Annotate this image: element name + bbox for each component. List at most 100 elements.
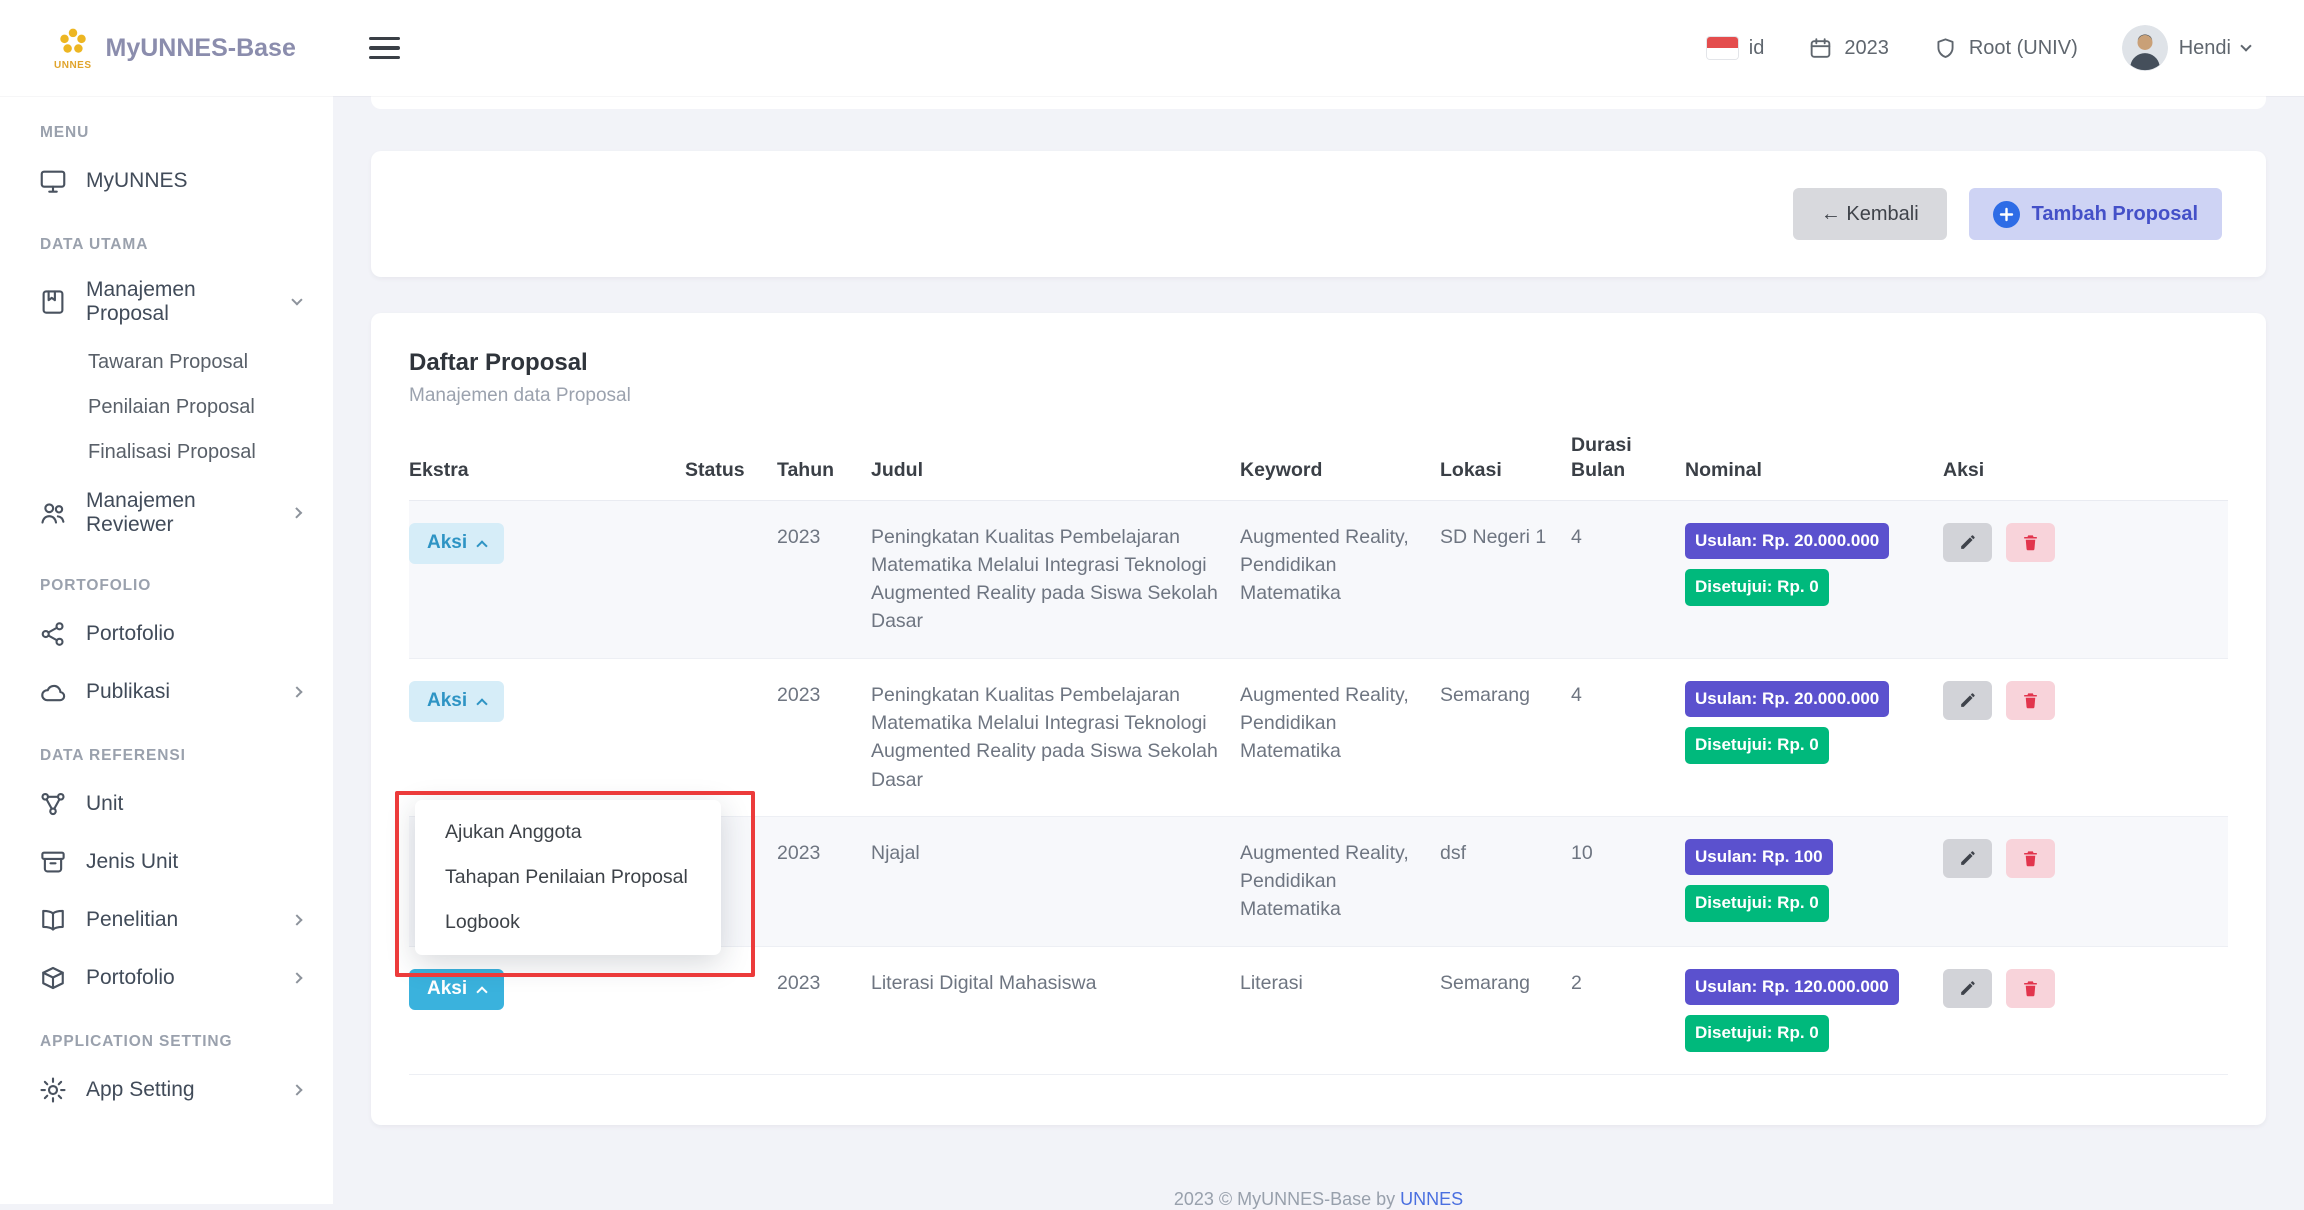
main-content: ← Kembali Tambah Proposal Daftar Proposa… [333,96,2304,1204]
edit-button[interactable] [1943,969,1992,1008]
cell-aksi [1943,946,2228,1074]
add-proposal-button[interactable]: Tambah Proposal [1969,188,2222,240]
brand[interactable]: UNNES MyUNNES-Base [0,25,333,71]
sidebar-item-label: App Setting [86,1078,195,1102]
sidebar-item-portofolio-referensi[interactable]: Portofolio [0,949,333,1007]
sidebar-item-label: Manajemen Proposal [86,278,275,326]
disetujui-badge: Disetujui: Rp. 0 [1685,727,1829,764]
table-row: Aksi 2023 Literasi Digital Mahasiswa Lit… [409,946,2228,1074]
hub-icon [38,789,68,819]
top-navbar: UNNES MyUNNES-Base id 2023 Root (UNIV) [0,0,2304,96]
cell-lokasi: Semarang [1440,946,1571,1074]
delete-button[interactable] [2006,681,2055,720]
cell-keyword: Augmented Reality, Pendidikan Matematika [1240,500,1440,658]
unnes-logo-text: UNNES [54,60,92,71]
year-selector[interactable]: 2023 [1808,36,1889,61]
brand-text: MyUNNES-Base [106,34,296,63]
delete-button[interactable] [2006,969,2055,1008]
proposal-list-card: Daftar Proposal Manajemen data Proposal … [371,313,2266,1125]
sidebar-submenu-manajemen-proposal: Tawaran Proposal Penilaian Proposal Fina… [0,340,333,475]
cell-keyword: Augmented Reality, Pendidikan Matematika [1240,816,1440,946]
indonesia-flag-icon [1707,37,1738,59]
cell-durasi: 4 [1571,500,1685,658]
cell-tahun: 2023 [777,500,871,658]
menu-toggle-button[interactable] [361,29,408,67]
users-icon [38,498,68,528]
cell-nominal: Usulan: Rp. 20.000.000 Disetujui: Rp. 0 [1685,658,1943,816]
sidebar-item-manajemen-proposal[interactable]: Manajemen Proposal [0,264,333,340]
chevron-right-icon [291,914,302,925]
proposal-table: Ekstra Status Tahun Judul Keyword Lokasi… [409,433,2228,1075]
cell-tahun: 2023 [777,658,871,816]
sidebar-subitem-tawaran-proposal[interactable]: Tawaran Proposal [0,340,333,385]
sidebar-item-app-setting[interactable]: App Setting [0,1061,333,1119]
column-header-keyword: Keyword [1240,433,1440,500]
row-actions-dropdown-button[interactable]: Aksi [409,969,504,1010]
user-menu[interactable]: Hendi [2122,25,2250,71]
sidebar-section-data-utama: DATA UTAMA [40,236,333,254]
sidebar-item-publikasi[interactable]: Publikasi [0,663,333,721]
sidebar-item-manajemen-reviewer[interactable]: Manajemen Reviewer [0,475,333,551]
column-header-judul: Judul [871,433,1240,500]
language-label: id [1749,37,1765,60]
edit-button[interactable] [1943,839,1992,878]
plus-circle-icon [1993,201,2020,228]
cell-status [685,658,777,816]
sidebar-item-portofolio[interactable]: Portofolio [0,605,333,663]
disetujui-badge: Disetujui: Rp. 0 [1685,1015,1829,1052]
role-selector[interactable]: Root (UNIV) [1933,36,2078,61]
cell-lokasi: Semarang [1440,658,1571,816]
language-selector[interactable]: id [1707,37,1765,60]
sidebar-subitem-finalisasi-proposal[interactable]: Finalisasi Proposal [0,430,333,475]
table-row: Aksi 2023 Peningkatan Kualitas Pembelaja… [409,500,2228,658]
row-actions-dropdown-button[interactable]: Aksi [409,681,504,722]
sidebar-item-myunnes[interactable]: MyUNNES [0,152,333,210]
menu-item-ajukan-anggota[interactable]: Ajukan Anggota [415,810,721,855]
column-header-status: Status [685,433,777,500]
pencil-icon [1958,691,1977,710]
sidebar-item-unit[interactable]: Unit [0,775,333,833]
table-header-row: Ekstra Status Tahun Judul Keyword Lokasi… [409,433,2228,500]
chevron-right-icon [291,972,302,983]
delete-button[interactable] [2006,523,2055,562]
chevron-right-icon [291,1084,302,1095]
chevron-right-icon [291,686,302,697]
column-header-lokasi: Lokasi [1440,433,1571,500]
sidebar-item-label: Jenis Unit [86,850,178,874]
sidebar-item-label: Manajemen Reviewer [86,489,275,537]
sidebar-item-penelitian[interactable]: Penelitian [0,891,333,949]
sidebar-section-portofolio: PORTOFOLIO [40,577,333,595]
pencil-icon [1958,533,1977,552]
card-title: Daftar Proposal [409,349,2228,377]
cell-keyword: Augmented Reality, Pendidikan Matematika [1240,658,1440,816]
footer-link[interactable]: UNNES [1400,1189,1463,1209]
back-button[interactable]: ← Kembali [1793,188,1947,240]
cell-ekstra: Aksi [409,658,685,816]
row-actions-dropdown-button[interactable]: Aksi [409,523,504,564]
cell-tahun: 2023 [777,816,871,946]
menu-item-logbook[interactable]: Logbook [415,900,721,945]
monitor-icon [38,166,68,196]
chevron-right-icon [292,507,303,518]
share-icon [38,619,68,649]
year-label: 2023 [1844,37,1889,60]
edit-button[interactable] [1943,681,1992,720]
sidebar-subitem-penilaian-proposal[interactable]: Penilaian Proposal [0,385,333,430]
menu-item-tahapan-penilaian-proposal[interactable]: Tahapan Penilaian Proposal [415,855,721,900]
unnes-logo-icon: UNNES [54,25,92,71]
column-header-durasi-bulan: Durasi Bulan [1571,433,1685,500]
sidebar-item-label: Portofolio [86,966,175,990]
cell-ekstra: Aksi [409,946,685,1074]
delete-button[interactable] [2006,839,2055,878]
sidebar-item-jenis-unit[interactable]: Jenis Unit [0,833,333,891]
cell-judul: Peningkatan Kualitas Pembelajaran Matema… [871,500,1240,658]
tray-icon [38,847,68,877]
cell-keyword: Literasi [1240,946,1440,1074]
table-row: Aksi 2023 Peningkatan Kualitas Pembelaja… [409,658,2228,816]
cloud-icon [38,677,68,707]
sidebar-item-label: Unit [86,792,123,816]
user-name: Hendi [2179,37,2231,60]
edit-button[interactable] [1943,523,1992,562]
sidebar-item-label: Portofolio [86,622,175,646]
sidebar-item-label: Penelitian [86,908,178,932]
